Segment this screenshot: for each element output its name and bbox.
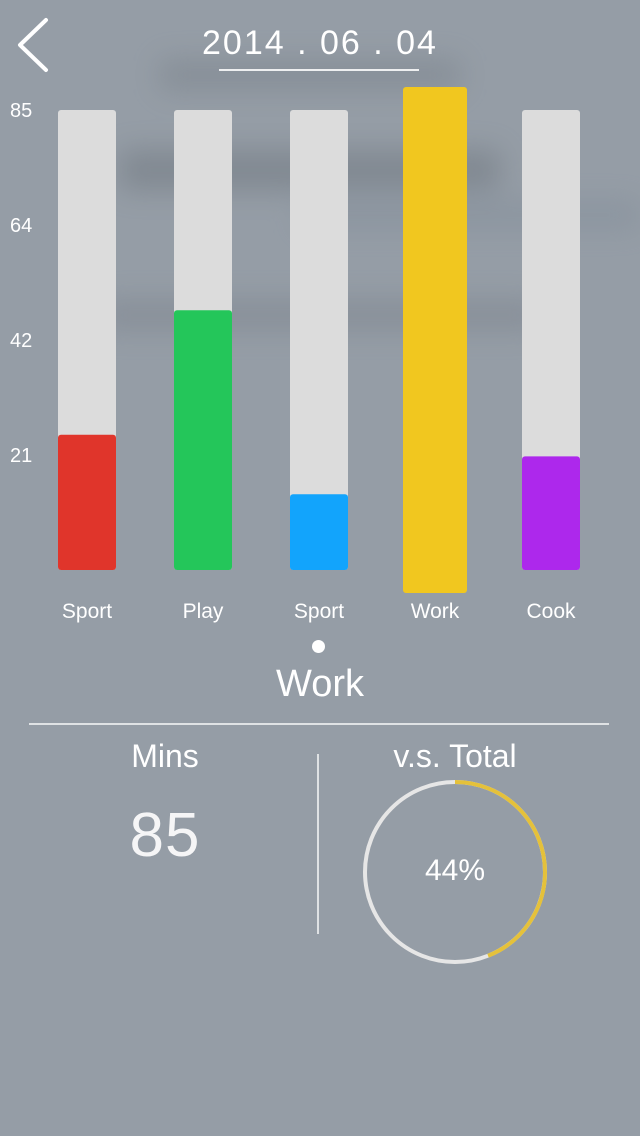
vertical-divider [317, 754, 319, 934]
mins-label: Mins [131, 738, 199, 774]
y-tick-label: 21 [10, 445, 32, 467]
y-tick-label: 42 [10, 330, 32, 352]
category-label[interactable]: Play [183, 600, 224, 623]
vs-total-label: v.s. Total [393, 738, 517, 774]
selection-indicator-dot [312, 640, 325, 653]
category-label[interactable]: Sport [294, 600, 344, 623]
total-percent-ring: 44% [363, 780, 547, 964]
horizontal-divider [29, 723, 609, 725]
selected-category-name: Work [276, 663, 364, 705]
category-label[interactable]: Work [411, 600, 460, 623]
bar-chart: 85 64 42 21 Sport Play Sport Work Cook [10, 87, 580, 623]
bar-play[interactable] [174, 310, 232, 570]
mins-value: 85 [129, 801, 201, 870]
bar-work[interactable] [403, 87, 467, 593]
category-label[interactable]: Sport [62, 600, 112, 623]
bar-sport[interactable] [290, 494, 348, 570]
total-percent-text: 44% [425, 854, 485, 887]
y-tick-label: 64 [10, 215, 32, 237]
bar-cook[interactable] [522, 456, 580, 570]
bar-sport[interactable] [58, 434, 116, 570]
y-tick-label: 85 [10, 100, 32, 122]
category-label[interactable]: Cook [526, 600, 576, 623]
